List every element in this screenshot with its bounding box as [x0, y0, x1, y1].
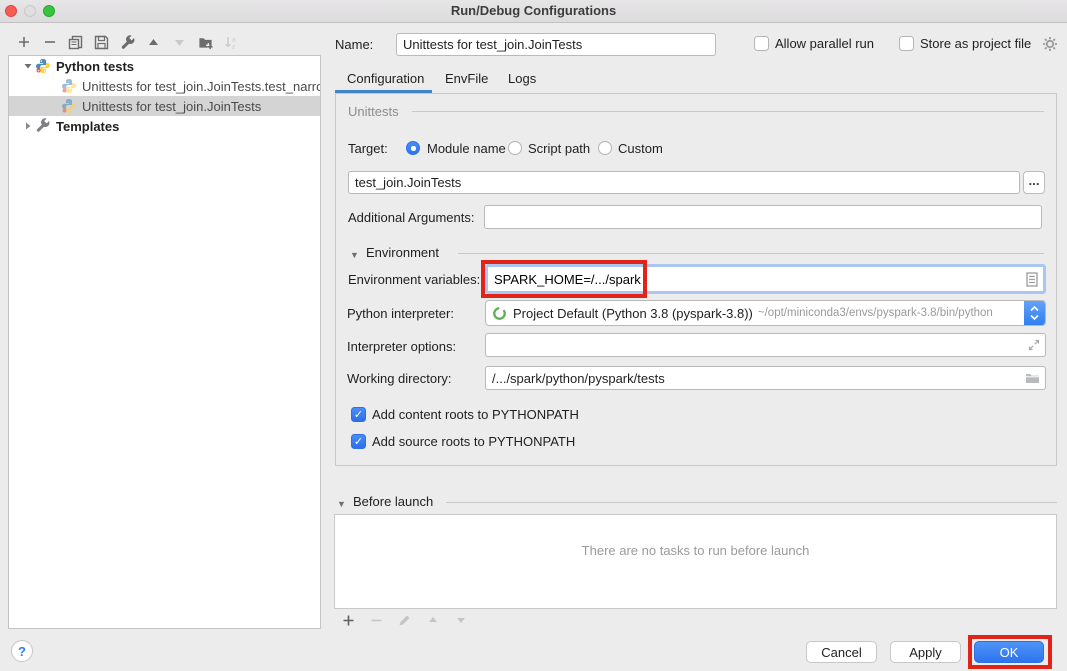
before-launch-empty-text: There are no tasks to run before launch — [335, 543, 1056, 558]
before-launch-divider — [446, 502, 1057, 503]
python-interpreter-label: Python interpreter: — [347, 306, 454, 321]
radio-module-name[interactable] — [406, 141, 420, 155]
templates-wrench-icon — [35, 118, 51, 134]
additional-arguments-label: Additional Arguments: — [348, 210, 474, 225]
ok-button[interactable]: OK — [974, 641, 1044, 663]
interpreter-stepper-icon[interactable] — [1024, 300, 1045, 326]
tree-item-test-narrow[interactable]: Unittests for test_join.JoinTests.test_n… — [9, 76, 320, 96]
tree-item-label: Templates — [56, 119, 119, 134]
working-directory-field — [485, 366, 1046, 390]
gear-icon[interactable] — [1042, 36, 1058, 52]
add-content-roots-checkbox[interactable]: ✓ Add content roots to PYTHONPATH — [351, 407, 579, 422]
chevron-collapsed-icon[interactable] — [23, 121, 35, 131]
group-divider — [412, 111, 1044, 112]
name-label: Name: — [335, 37, 373, 52]
radio-script-path[interactable] — [508, 141, 522, 155]
checkbox-unchecked[interactable] — [899, 36, 914, 51]
window-title: Run/Debug Configurations — [0, 3, 1067, 18]
before-launch-collapse-icon[interactable]: ▼ — [337, 499, 346, 509]
browse-module-button[interactable]: ... — [1023, 171, 1045, 194]
module-name-input[interactable] — [348, 171, 1020, 194]
tree-item-label: Unittests for test_join.JoinTests.test_n… — [82, 79, 320, 94]
help-button[interactable]: ? — [11, 640, 33, 662]
working-directory-label: Working directory: — [347, 371, 452, 386]
interpreter-options-field — [485, 333, 1046, 357]
allow-parallel-run-checkbox[interactable]: Allow parallel run — [754, 36, 874, 51]
checkbox-unchecked[interactable] — [754, 36, 769, 51]
interpreter-options-label: Interpreter options: — [347, 339, 456, 354]
tree-item-label: Python tests — [56, 59, 134, 74]
python-test-icon — [61, 98, 77, 114]
cancel-button[interactable]: Cancel — [806, 641, 877, 663]
save-icon[interactable] — [94, 35, 109, 50]
configurations-tree: Python tests Unittests for test_join.Joi… — [8, 55, 321, 629]
radio-custom-label: Custom — [618, 141, 663, 156]
expand-field-icon[interactable] — [1028, 339, 1040, 351]
copy-icon[interactable] — [68, 35, 83, 50]
edit-templates-wrench-icon[interactable] — [120, 35, 135, 50]
tab-configuration[interactable]: Configuration — [347, 71, 424, 86]
tree-item-python-tests[interactable]: Python tests — [9, 56, 320, 76]
svg-text:a: a — [232, 36, 236, 43]
add-icon[interactable] — [16, 35, 31, 50]
python-tests-icon — [35, 58, 51, 74]
checkbox-checked[interactable]: ✓ — [351, 407, 366, 422]
svg-text:z: z — [232, 43, 235, 50]
store-as-project-file-label: Store as project file — [920, 36, 1031, 51]
environment-collapse-icon[interactable]: ▼ — [350, 250, 359, 260]
apply-button[interactable]: Apply — [890, 641, 961, 663]
python-interpreter-select[interactable]: Project Default (Python 3.8 (pyspark-3.8… — [485, 300, 1046, 326]
radio-custom[interactable] — [598, 141, 612, 155]
tab-envfile[interactable]: EnvFile — [445, 71, 488, 86]
move-task-down-icon[interactable] — [453, 613, 468, 628]
interpreter-options-input[interactable] — [485, 333, 1046, 357]
folder-icon[interactable] — [1025, 372, 1040, 384]
browse-env-vars-icon[interactable] — [1026, 272, 1038, 287]
run-debug-configurations-dialog: Run/Debug Configurations az — [0, 0, 1067, 671]
before-launch-task-list: There are no tasks to run before launch — [334, 514, 1057, 609]
move-down-icon[interactable] — [172, 35, 187, 50]
chevron-expanded-icon[interactable] — [23, 61, 35, 71]
tab-logs[interactable]: Logs — [508, 71, 536, 86]
radio-script-path-label: Script path — [528, 141, 590, 156]
python-interpreter-path: ~/opt/miniconda3/envs/pyspark-3.8/bin/py… — [758, 307, 1024, 319]
sort-alphabetically-icon[interactable]: az — [224, 35, 239, 50]
move-up-icon[interactable] — [146, 35, 161, 50]
python-interpreter-value: Project Default (Python 3.8 (pyspark-3.8… — [513, 306, 753, 321]
radio-module-name-label: Module name — [427, 141, 506, 156]
checkbox-checked[interactable]: ✓ — [351, 434, 366, 449]
move-task-up-icon[interactable] — [425, 613, 440, 628]
before-launch-section-label: Before launch — [353, 494, 433, 509]
target-label: Target: — [348, 141, 388, 156]
environment-variables-input[interactable] — [488, 267, 1026, 291]
store-as-project-file-checkbox[interactable]: Store as project file — [899, 36, 1031, 51]
tree-item-jointests-selected[interactable]: Unittests for test_join.JoinTests — [9, 96, 320, 116]
title-bar: Run/Debug Configurations — [0, 0, 1067, 23]
environment-divider — [458, 253, 1044, 254]
unittests-group-title: Unittests — [348, 104, 399, 119]
edit-task-pencil-icon[interactable] — [397, 613, 412, 628]
add-source-roots-label: Add source roots to PYTHONPATH — [372, 434, 575, 449]
add-task-icon[interactable] — [341, 613, 356, 628]
tree-item-templates[interactable]: Templates — [9, 116, 320, 136]
add-content-roots-label: Add content roots to PYTHONPATH — [372, 407, 579, 422]
environment-variables-label: Environment variables: — [348, 272, 480, 287]
conda-interpreter-icon — [492, 306, 507, 321]
remove-task-icon[interactable] — [369, 613, 384, 628]
name-input[interactable] — [396, 33, 716, 56]
additional-arguments-input[interactable] — [484, 205, 1042, 229]
allow-parallel-run-label: Allow parallel run — [775, 36, 874, 51]
working-directory-input[interactable] — [485, 366, 1046, 390]
sidebar-toolbar: az — [16, 31, 239, 53]
add-source-roots-checkbox[interactable]: ✓ Add source roots to PYTHONPATH — [351, 434, 575, 449]
environment-variables-field[interactable] — [485, 264, 1046, 294]
environment-section-label: Environment — [366, 245, 439, 260]
remove-icon[interactable] — [42, 35, 57, 50]
before-launch-toolbar — [341, 611, 468, 629]
python-test-icon — [61, 78, 77, 94]
tree-item-label: Unittests for test_join.JoinTests — [82, 99, 261, 114]
new-folder-icon[interactable] — [198, 35, 213, 50]
